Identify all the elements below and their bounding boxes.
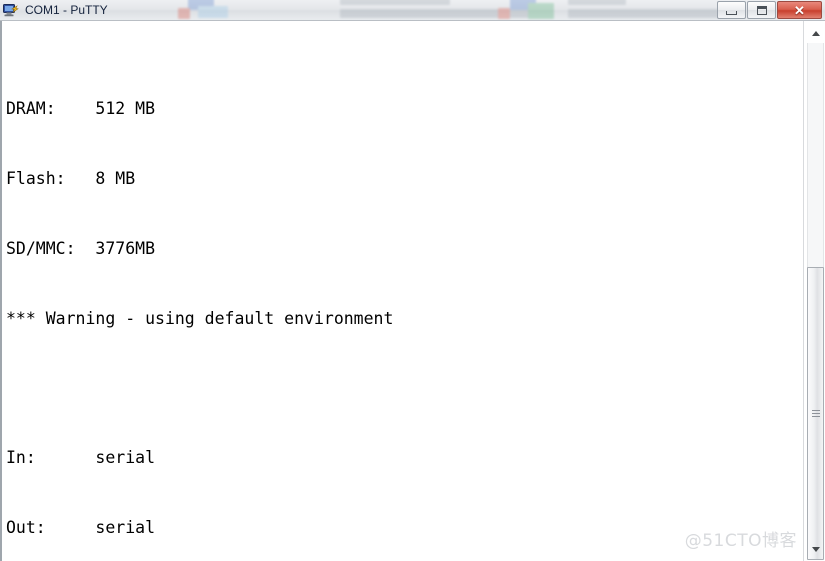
scroll-down-arrow[interactable] [807, 541, 824, 558]
scrollbar-grip-icon [811, 408, 820, 419]
terminal-text: DRAM: 512 MB Flash: 8 MB SD/MMC: 3776MB … [6, 27, 803, 561]
terminal-line: In: serial [6, 448, 156, 468]
background-ghost-artifacts [178, 0, 740, 20]
terminal-line: *** Warning - using default environment [6, 308, 394, 328]
terminal-line: SD/MMC: 3776MB [6, 238, 156, 258]
putty-window: COM1 - PuTTY ✕ DRAM: 512 MB Flash: 8 MB … [0, 0, 825, 561]
window-controls: ✕ [717, 1, 822, 19]
terminal-line: Flash: 8 MB [6, 168, 136, 188]
vertical-scrollbar[interactable] [803, 21, 825, 561]
terminal-line: Out: serial [6, 518, 156, 538]
title-bar[interactable]: COM1 - PuTTY ✕ [0, 0, 825, 21]
close-button[interactable]: ✕ [777, 1, 822, 19]
scrollbar-thumb[interactable] [807, 267, 824, 560]
terminal-output-area[interactable]: DRAM: 512 MB Flash: 8 MB SD/MMC: 3776MB … [0, 21, 803, 561]
scroll-up-arrow[interactable] [807, 25, 824, 42]
maximize-icon [756, 5, 767, 15]
maximize-button[interactable] [747, 1, 776, 19]
chevron-up-icon [811, 31, 820, 36]
minimize-icon [726, 10, 737, 15]
terminal-line: DRAM: 512 MB [6, 98, 156, 118]
chevron-down-icon [811, 547, 820, 552]
window-title: COM1 - PuTTY [25, 3, 108, 17]
putty-icon [3, 2, 19, 18]
close-icon: ✕ [794, 2, 805, 18]
minimize-button[interactable] [717, 1, 746, 19]
